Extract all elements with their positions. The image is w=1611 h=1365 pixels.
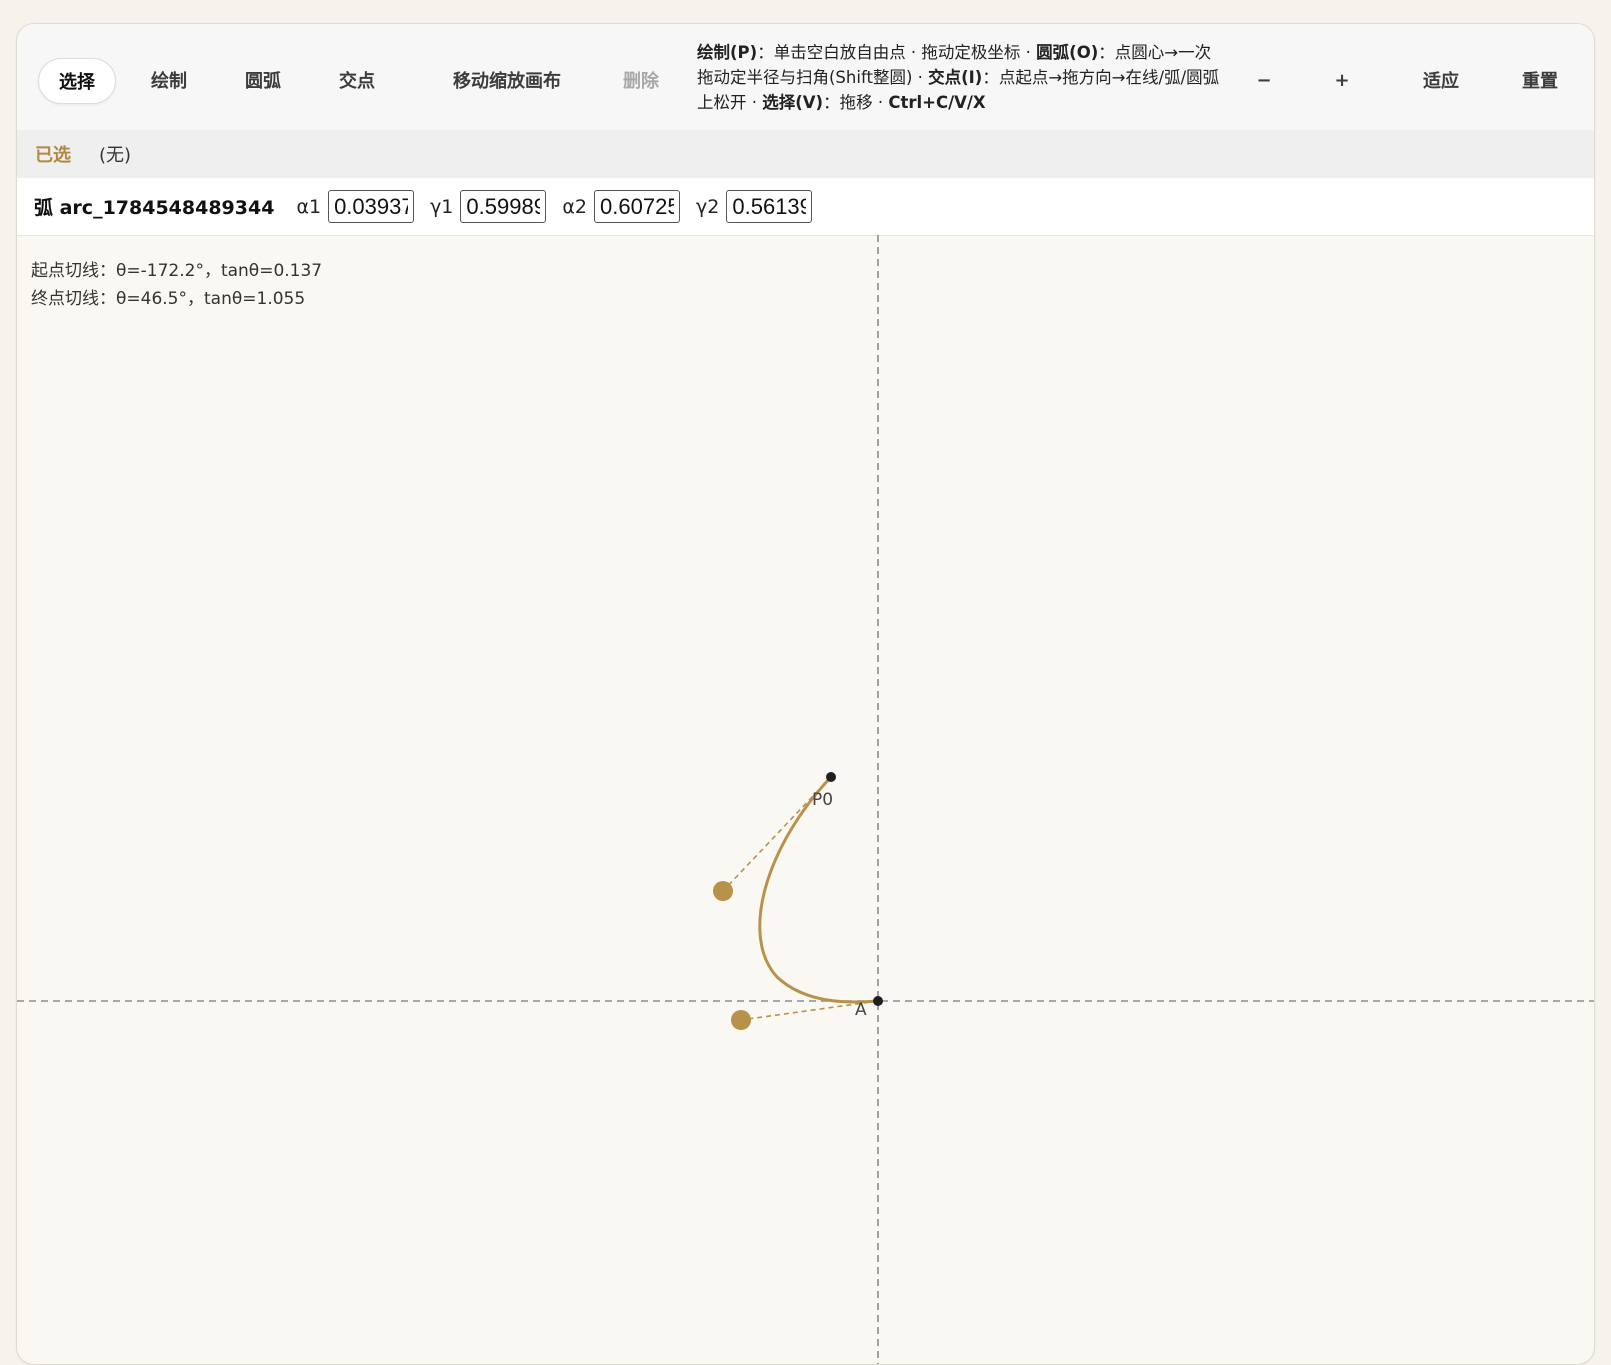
object-title: 弧 arc_1784548489344 [34,197,275,219]
end-control-handle[interactable] [731,1010,751,1030]
help-arc-key: 圆弧(O) [1036,43,1099,62]
property-bar: 弧 arc_1784548489344 α1 γ1 α2 γ2 [17,178,1594,236]
gamma2-input[interactable] [726,190,813,223]
intersect-tool-button[interactable]: 交点 [323,58,391,102]
fit-view-button[interactable]: 适应 [1407,58,1475,102]
app-window: 选择 绘制 圆弧 交点 移动缩放画布 删除 绘制(P)：单击空白放自由点 · 拖… [16,23,1595,1365]
select-tool-button[interactable]: 选择 [38,58,116,104]
canvas-svg[interactable]: P0 A [17,235,1594,1365]
point-p0-label: P0 [812,790,833,810]
alpha2-label: α2 [562,195,588,218]
gamma1-label: γ1 [430,195,454,218]
draw-tool-button[interactable]: 绘制 [135,58,203,102]
selection-label: 已选 [35,145,71,166]
arc-curve[interactable] [758,775,879,1004]
gamma2-label: γ2 [696,195,720,218]
toolbar: 选择 绘制 圆弧 交点 移动缩放画布 删除 绘制(P)：单击空白放自由点 · 拖… [17,24,1594,131]
alpha1-label: α1 [296,195,322,218]
help-text: 绘制(P)：单击空白放自由点 · 拖动定极坐标 · 圆弧(O)：点圆心→一次拖动… [697,40,1227,115]
help-draw-desc: ：单击空白放自由点 · 拖动定极坐标 · [757,43,1037,62]
zoom-out-button[interactable]: − [1242,58,1286,102]
point-p0[interactable] [826,772,836,782]
help-select-key: 选择(V) [762,93,824,112]
zoom-in-button[interactable]: + [1320,58,1364,102]
help-intersect-key: 交点(I) [928,68,983,87]
point-a-label: A [855,1000,867,1020]
help-clipboard-key: Ctrl+C/V/X [888,93,986,112]
help-select-desc: ：拖移 · [823,93,889,112]
alpha2-input[interactable] [594,190,681,223]
selection-value: (无) [99,145,132,166]
delete-button[interactable]: 删除 [607,58,675,102]
drawing-canvas[interactable]: 起点切线：θ=-172.2°，tanθ=0.137 终点切线：θ=46.5°，t… [17,235,1594,1364]
arc-tool-button[interactable]: 圆弧 [229,58,297,102]
start-control-handle[interactable] [713,881,733,901]
point-a[interactable] [873,996,883,1006]
reset-view-button[interactable]: 重置 [1506,58,1574,102]
gamma1-input[interactable] [460,190,547,223]
help-draw-key: 绘制(P) [697,43,758,62]
pan-zoom-tool-button[interactable]: 移动缩放画布 [433,58,581,102]
selection-bar: 已选 (无) [17,130,1594,179]
alpha1-input[interactable] [328,190,415,223]
